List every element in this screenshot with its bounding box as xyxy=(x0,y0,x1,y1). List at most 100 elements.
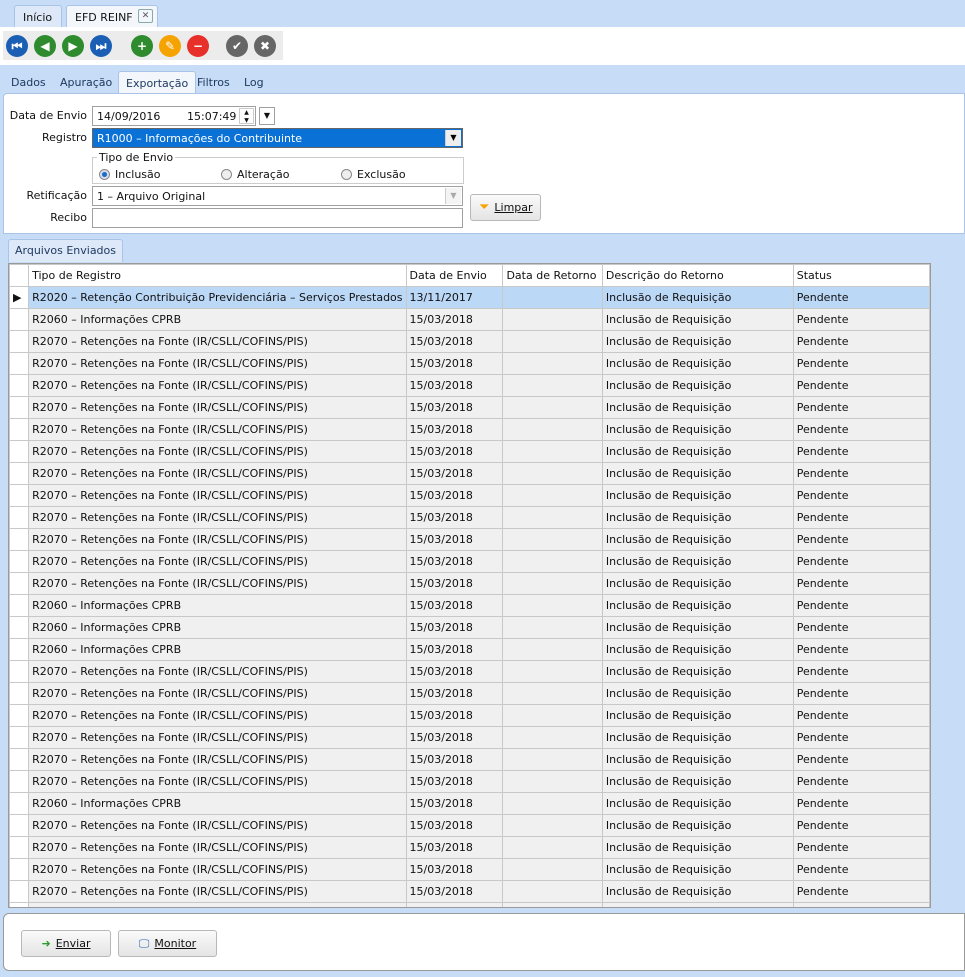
next-record-icon[interactable]: ▶ xyxy=(62,35,84,57)
table-row[interactable]: R2070 – Retenções na Fonte (IR/CSLL/COFI… xyxy=(9,528,930,551)
table-row[interactable]: R2070 – Retenções na Fonte (IR/CSLL/COFI… xyxy=(9,858,930,881)
row-indicator[interactable] xyxy=(9,902,30,907)
enviar-button[interactable]: ➜ Enviar xyxy=(21,930,111,957)
table-row[interactable]: R2070 – Retenções na Fonte (IR/CSLL/COFI… xyxy=(9,440,930,463)
row-indicator[interactable] xyxy=(9,880,30,903)
table-row[interactable]: R2070 – Retenções na Fonte (IR/CSLL/COFI… xyxy=(9,770,930,793)
col-data-envio[interactable]: Data de Envio xyxy=(405,264,504,287)
limpar-button[interactable]: ⏷ Limpar xyxy=(470,194,541,221)
spin-icon[interactable]: ▲ ▼ xyxy=(239,108,254,124)
cell-tipo-registro: R2070 – Retenções na Fonte (IR/CSLL/COFI… xyxy=(28,572,407,595)
row-indicator[interactable] xyxy=(9,858,30,881)
tab-arquivos-enviados[interactable]: Arquivos Enviados xyxy=(8,239,124,262)
cell-data-retorno xyxy=(502,528,603,551)
row-indicator[interactable] xyxy=(9,660,30,683)
table-row[interactable]: R2070 – Retenções na Fonte (IR/CSLL/COFI… xyxy=(9,352,930,375)
table-row[interactable]: R2070 – Retenções na Fonte (IR/CSLL/COFI… xyxy=(9,836,930,859)
edit-icon[interactable]: ✎ xyxy=(159,35,181,57)
table-row[interactable]: R2060 – Informações CPRB 15/03/2018 Inclus… xyxy=(9,792,930,815)
tab-inicio[interactable]: Início xyxy=(14,5,62,27)
subtab-filtros[interactable]: Filtros xyxy=(190,71,237,93)
col-descricao-retorno[interactable]: Descrição do Retorno xyxy=(601,264,794,287)
row-indicator[interactable] xyxy=(9,484,30,507)
col-data-retorno[interactable]: Data de Retorno xyxy=(502,264,603,287)
close-tab-icon[interactable]: ✕ xyxy=(138,9,153,23)
recibo-input[interactable] xyxy=(92,208,463,228)
table-row[interactable]: R2070 – Retenções na Fonte (IR/CSLL/COFI… xyxy=(9,880,930,903)
table-row[interactable]: R2070 – Retenções na Fonte (IR/CSLL/COFI… xyxy=(9,462,930,485)
subtab-exportacao[interactable]: Exportação xyxy=(118,71,197,93)
row-indicator[interactable] xyxy=(9,726,30,749)
tab-efd-reinf[interactable]: EFD REINF ✕ xyxy=(66,5,158,27)
table-row[interactable]: R2060 – Informações CPRB 15/03/2018 Inclus… xyxy=(9,616,930,639)
row-indicator[interactable] xyxy=(9,704,30,727)
registro-select[interactable]: R1000 – Informações do Contribuinte ▼ xyxy=(92,128,463,148)
chevron-down-icon[interactable]: ▼ xyxy=(445,130,461,146)
col-tipo-registro[interactable]: Tipo de Registro xyxy=(28,264,407,287)
previous-record-icon[interactable]: ◀ xyxy=(34,35,56,57)
table-row[interactable]: R2070 – Retenções na Fonte (IR/CSLL/COFI… xyxy=(9,748,930,771)
row-indicator[interactable] xyxy=(9,638,30,661)
delete-icon[interactable]: − xyxy=(187,35,209,57)
row-indicator[interactable] xyxy=(9,506,30,529)
row-indicator[interactable]: ▶ xyxy=(9,286,30,309)
table-row[interactable]: R2070 – Retenções na Fonte (IR/CSLL/COFI… xyxy=(9,814,930,837)
table-row[interactable]: R2070 – Retenções na Fonte (IR/CSLL/COFI… xyxy=(9,550,930,573)
subtab-log[interactable]: Log xyxy=(237,71,271,93)
col-status[interactable]: Status xyxy=(792,264,930,287)
table-row[interactable]: R2070 – Retenções na Fonte (IR/CSLL/COFI… xyxy=(9,396,930,419)
row-indicator[interactable] xyxy=(9,418,30,441)
table-row[interactable]: ▶ R2020 – Retenção Contribuição Previdenc… xyxy=(9,286,930,309)
row-indicator[interactable] xyxy=(9,572,30,595)
row-indicator[interactable] xyxy=(9,440,30,463)
row-indicator[interactable] xyxy=(9,748,30,771)
table-row[interactable]: R2070 – Retenções na Fonte (IR/CSLL/COFI… xyxy=(9,330,930,353)
row-indicator[interactable] xyxy=(9,396,30,419)
row-indicator[interactable] xyxy=(9,836,30,859)
row-indicator[interactable] xyxy=(9,330,30,353)
table-row[interactable]: R2070 – Retenções na Fonte (IR/CSLL/COFI… xyxy=(9,374,930,397)
row-indicator[interactable] xyxy=(9,352,30,375)
monitor-button[interactable]: 🖵 Monitor xyxy=(118,930,217,957)
first-record-icon[interactable]: ⏮ xyxy=(6,35,28,57)
subtab-dados[interactable]: Dados xyxy=(4,71,53,93)
table-row[interactable]: R2070 – Retenções na Fonte (IR/CSLL/COFI… xyxy=(9,572,930,595)
confirm-icon[interactable]: ✔ xyxy=(226,35,248,57)
row-indicator[interactable] xyxy=(9,308,30,331)
cell-data-retorno xyxy=(502,770,603,793)
data-envio-field[interactable]: 14/09/2016 15:07:49 ▲ ▼ xyxy=(92,106,256,126)
row-indicator[interactable] xyxy=(9,770,30,793)
cancel-icon[interactable]: ✖ xyxy=(254,35,276,57)
row-indicator[interactable] xyxy=(9,594,30,617)
last-record-icon[interactable]: ⏭ xyxy=(90,35,112,57)
table-row[interactable]: R2070 – Retenções na Fonte (IR/CSLL/COFI… xyxy=(9,726,930,749)
radio-exclusao[interactable]: Exclusão xyxy=(341,168,406,181)
monitor-label: Monitor xyxy=(154,937,197,950)
table-row[interactable]: R2070 – Retenções na Fonte (IR/CSLL/COFI… xyxy=(9,418,930,441)
retificacao-select[interactable]: 1 – Arquivo Original ▼ xyxy=(92,186,463,206)
row-indicator[interactable] xyxy=(9,682,30,705)
radio-alteracao[interactable]: Alteração xyxy=(221,168,289,181)
radio-inclusao[interactable]: Inclusão xyxy=(99,168,161,181)
row-indicator[interactable] xyxy=(9,792,30,815)
cell-tipo-registro: R2070 – Retenções na Fonte (IR/CSLL/COFI… xyxy=(28,880,407,903)
add-icon[interactable]: + xyxy=(131,35,153,57)
row-indicator[interactable] xyxy=(9,550,30,573)
date-dropdown-icon[interactable]: ▼ xyxy=(259,107,275,125)
table-row[interactable]: R2070 – Retenções na Fonte (IR/CSLL/COFI… xyxy=(9,682,930,705)
table-row[interactable]: R2070 – Retenções na Fonte (IR/CSLL/COFI… xyxy=(9,506,930,529)
row-indicator[interactable] xyxy=(9,616,30,639)
row-indicator[interactable] xyxy=(9,374,30,397)
chevron-down-icon[interactable]: ▼ xyxy=(445,188,461,204)
table-row[interactable]: R2060 – Informações CPRB 15/03/2018 Inclus… xyxy=(9,308,930,331)
table-row[interactable]: R2070 – Retenções na Fonte (IR/CSLL/COFI… xyxy=(9,484,930,507)
table-row[interactable]: R2070 – Retenções na Fonte (IR/CSLL/COFI… xyxy=(9,704,930,727)
row-indicator[interactable] xyxy=(9,814,30,837)
row-indicator[interactable] xyxy=(9,462,30,485)
table-row[interactable]: R2070 – Retenções na Fonte (IR/CSLL/COFI… xyxy=(9,902,930,907)
table-row[interactable]: R2070 – Retenções na Fonte (IR/CSLL/COFI… xyxy=(9,660,930,683)
row-indicator[interactable] xyxy=(9,528,30,551)
subtab-apuracao[interactable]: Apuração xyxy=(53,71,119,93)
table-row[interactable]: R2060 – Informações CPRB 15/03/2018 Inclus… xyxy=(9,594,930,617)
table-row[interactable]: R2060 – Informações CPRB 15/03/2018 Inclus… xyxy=(9,638,930,661)
